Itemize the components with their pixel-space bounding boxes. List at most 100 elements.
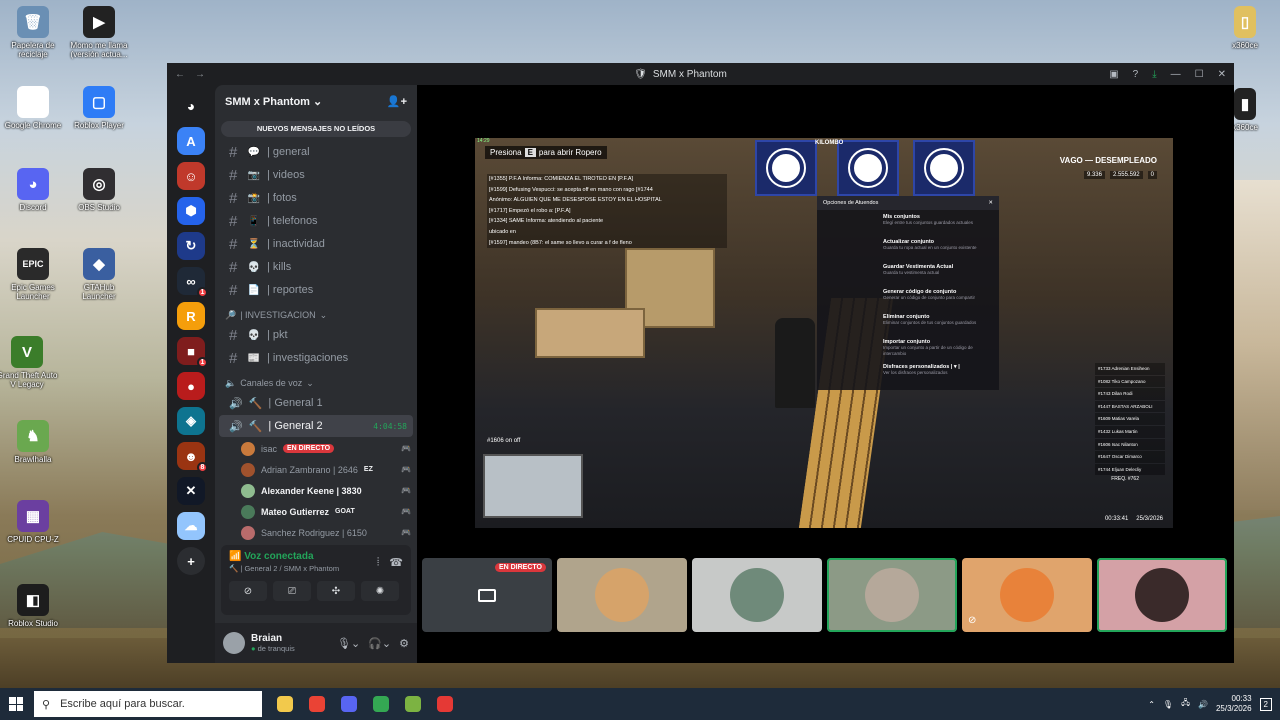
server-icon-guild-9[interactable]: ◈ — [177, 407, 205, 435]
microphone-icon[interactable]: 🎙⌄ — [337, 637, 360, 650]
desktop-icon[interactable]: EPIC Epic Games Launcher — [0, 248, 66, 301]
taskbar-app-chrome[interactable] — [302, 691, 332, 717]
help-icon[interactable]: ? — [1133, 69, 1139, 80]
desktop-icon[interactable]: ▢ Roblox Player — [66, 86, 132, 130]
stream-tile[interactable]: EN DIRECTO — [422, 558, 552, 632]
avatar[interactable] — [241, 441, 255, 456]
voice-channel-list: 🔊 🔨 | General 1 🔊 🔨 | General 2 4:04:58 — [215, 392, 417, 437]
taskbar-app-discord[interactable] — [334, 691, 364, 717]
participant-tile-4[interactable]: ⊘ — [962, 558, 1092, 632]
avatar[interactable] — [241, 504, 255, 519]
channel-item[interactable]: # 📱 | telefonos — [219, 210, 413, 232]
server-icon-guild-12[interactable]: ☁ — [177, 512, 205, 540]
voice-location[interactable]: 🔨 | General 2 / SMM x Phantom — [229, 564, 339, 573]
channel-item[interactable]: # 📸 | fotos — [219, 187, 413, 209]
desktop-icon[interactable]: ◕ Discord — [0, 168, 66, 212]
avatar[interactable] — [241, 483, 255, 498]
headphones-icon[interactable]: 🎧⌄ — [368, 637, 391, 650]
taskbar-app-chrome-profile[interactable] — [366, 691, 396, 717]
maximize-button[interactable]: ☐ — [1195, 69, 1204, 80]
participant-tile-3[interactable] — [827, 558, 957, 632]
stream-view[interactable]: 14:29 KILOMBO Presiona Epara abrir Ropero… — [475, 138, 1173, 528]
volume-icon[interactable]: 🔊 — [1198, 700, 1208, 709]
server-icon-guild-11[interactable]: ✕ — [177, 477, 205, 505]
gear-icon[interactable]: ⚙ — [399, 637, 409, 650]
voice-user[interactable]: Adrian Zambrano | 2646 EZ 🎮 — [215, 459, 417, 480]
add-member-icon[interactable]: 👤+ — [387, 95, 407, 108]
headset-icon: 🎮 — [401, 507, 411, 516]
screen-share-button[interactable]: ⎚ — [273, 581, 311, 601]
participant-tile-1[interactable] — [557, 558, 687, 632]
desktop-icon[interactable]: V Grand Theft Auto V Legacy — [0, 336, 60, 389]
start-button[interactable] — [0, 688, 32, 720]
voice-user[interactable]: Alexander Keene | 3830 🎮 — [215, 480, 417, 501]
server-header[interactable]: SMM x Phantom ⌄ 👤+ — [215, 85, 417, 117]
taskbar-app-notepad[interactable] — [398, 691, 428, 717]
desktop-icon[interactable]: ◎ OBS Studio — [66, 168, 132, 212]
server-icon-guild-10[interactable]: ☻ 8 — [177, 442, 208, 473]
guild-list: A ☺ ⬢ ↻ ∞ 1 R ■ 1 ● ◈ ☻ 8 ✕ ☁ — [167, 127, 215, 540]
voice-channel-item[interactable]: 🔊 🔨 | General 2 4:04:58 — [219, 415, 413, 437]
participant-tile-2[interactable] — [692, 558, 822, 632]
channel-item[interactable]: # 💀 | pkt — [219, 324, 413, 346]
voice-user[interactable]: Mateo Gutierrez GOAT 🎮 — [215, 501, 417, 522]
download-icon[interactable]: ⤓ — [1152, 69, 1156, 80]
server-icon-guild-5[interactable]: ∞ 1 — [177, 267, 208, 298]
server-icon-guild-2[interactable]: ☺ — [177, 162, 205, 190]
participant-tile-5[interactable] — [1097, 558, 1227, 632]
voice-user-name: Adrian Zambrano | 2646 — [261, 464, 358, 475]
category-investigacion[interactable]: 🔎 | INVESTIGACION ⌄ — [215, 302, 417, 323]
banner-3 — [913, 140, 975, 196]
taskbar-app-game[interactable] — [430, 691, 460, 717]
server-icon-guild-7[interactable]: ■ 1 — [177, 337, 208, 368]
desktop-icon[interactable]: ▦ CPUID CPU-Z — [0, 500, 66, 544]
server-icon-guild-a[interactable]: A — [177, 127, 205, 155]
voice-status[interactable]: 📶 Voz conectada — [229, 551, 339, 562]
server-icon-guild-4[interactable]: ↻ — [177, 232, 205, 260]
channel-item[interactable]: # ⏳ | inactividad — [219, 233, 413, 255]
noise-suppression-icon[interactable]: ⦙ — [377, 556, 379, 569]
server-icon-guild-6[interactable]: R — [177, 302, 205, 330]
channel-item[interactable]: # 📰 | investigaciones — [219, 347, 413, 369]
add-server-icon[interactable]: + — [177, 547, 205, 575]
minimize-button[interactable]: — — [1171, 69, 1181, 80]
desktop-icon[interactable]: ◆ GTAHub Launcher — [66, 248, 132, 301]
forward-arrow-icon[interactable]: → — [195, 69, 205, 80]
voice-channel-item[interactable]: 🔊 🔨 | General 1 — [219, 392, 413, 414]
soundboard-button[interactable]: ✺ — [361, 581, 399, 601]
voice-user[interactable]: Sanchez Rodriguez | 6150 🎮 — [215, 522, 417, 543]
close-button[interactable]: ✕ — [1218, 69, 1226, 80]
desktop-icon[interactable]: ◉ Google Chrome — [0, 86, 66, 130]
network-icon[interactable]: 🖧 — [1181, 697, 1190, 711]
desktop-icon[interactable]: ♞ Brawlhalla — [0, 420, 66, 464]
camera-off-button[interactable]: ⊘ — [229, 581, 267, 601]
desktop-icon[interactable]: ▶ Momo me llama (versión actua... — [66, 6, 132, 59]
discord-home-icon[interactable]: ◕ — [177, 92, 205, 120]
microphone-icon[interactable]: 🎙 — [1163, 700, 1173, 709]
voice-user[interactable]: isac EN DIRECTO 🎮 — [215, 438, 417, 459]
avatar[interactable] — [241, 525, 255, 540]
disconnect-icon[interactable]: ☎ — [389, 556, 403, 569]
unread-badge: 1 — [197, 357, 208, 368]
back-arrow-icon[interactable]: ← — [175, 69, 185, 80]
taskbar-search[interactable]: ⚲ Escribe aquí para buscar. — [34, 691, 262, 717]
channel-item[interactable]: # 💬 | general — [219, 141, 413, 163]
server-icon-guild-3[interactable]: ⬢ — [177, 197, 205, 225]
channel-item[interactable]: # 📄 | reportes — [219, 279, 413, 301]
new-messages-bar[interactable]: NUEVOS MENSAJES NO LEÍDOS — [221, 121, 411, 137]
channel-item[interactable]: # 📷 | videos — [219, 164, 413, 186]
category-voice[interactable]: 🔈 Canales de voz ⌄ — [215, 370, 417, 391]
desktop-icon[interactable]: ▯ x360ce — [1212, 6, 1278, 50]
desktop-icon[interactable]: ◧ Roblox Studio — [0, 584, 66, 628]
avatar[interactable] — [223, 632, 245, 654]
taskbar-app-file-explorer[interactable] — [270, 691, 300, 717]
avatar[interactable] — [241, 462, 255, 477]
channel-item[interactable]: # 💀 | kills — [219, 256, 413, 278]
activities-button[interactable]: ✣ — [317, 581, 355, 601]
inbox-icon[interactable]: ▣ — [1109, 69, 1118, 80]
server-icon-guild-8[interactable]: ● — [177, 372, 205, 400]
notifications-icon[interactable]: 2 — [1259, 697, 1272, 711]
clock[interactable]: 00:33 25/3/2026 — [1216, 694, 1252, 714]
chevron-up-icon[interactable]: ⌃ — [1148, 700, 1155, 709]
desktop-icon[interactable]: 🗑 Papelera de reciclaje — [0, 6, 66, 59]
